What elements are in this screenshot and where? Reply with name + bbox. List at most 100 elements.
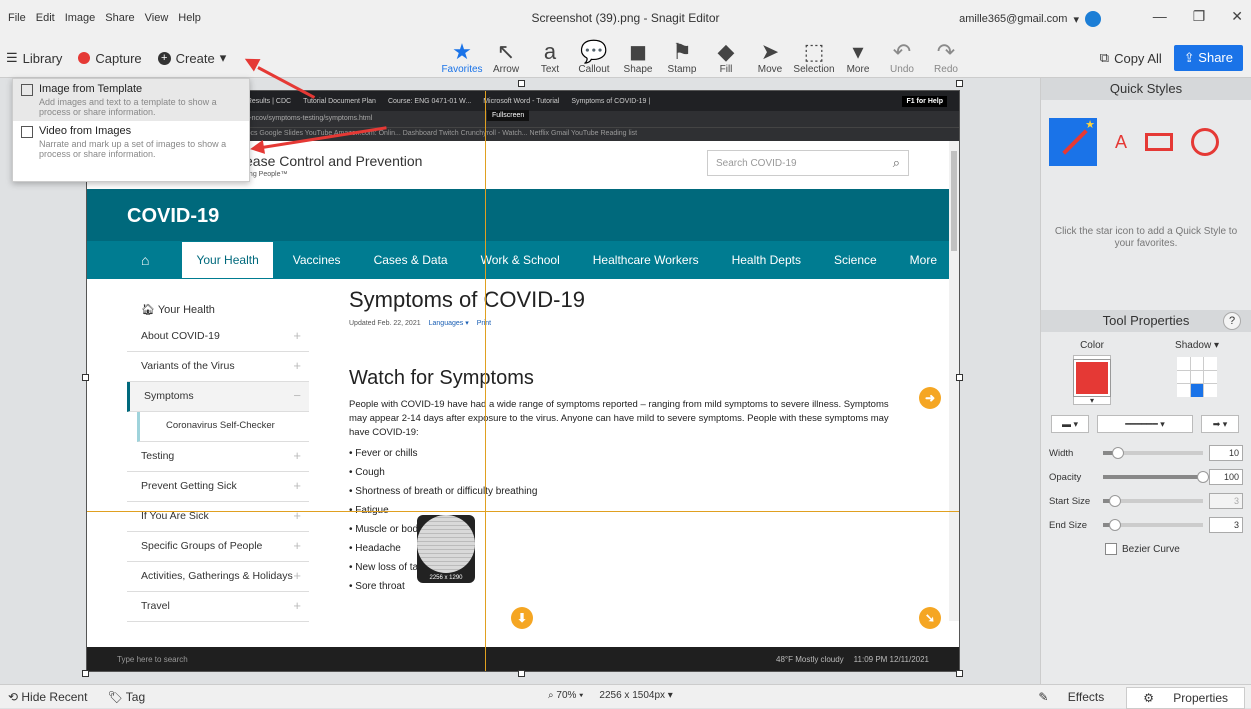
paragraph: People with COVID-19 have had a wide ran… (349, 399, 889, 438)
fullscreen-badge: Fullscreen (487, 110, 530, 121)
minimize-button[interactable]: — (1153, 8, 1167, 25)
star-icon[interactable]: ★ (1085, 118, 1095, 131)
arrow-end-dropdown[interactable]: ➡ ▾ (1201, 415, 1239, 433)
callout-tool[interactable]: 💬 Callout (572, 36, 616, 78)
list-item: Prevent Getting Sick + (127, 472, 309, 502)
slider-knob[interactable] (1112, 447, 1124, 459)
resize-handle[interactable] (518, 80, 525, 87)
move-label: Move (757, 64, 783, 75)
copy-all-button[interactable]: ⧉ Copy All (1100, 50, 1162, 66)
slider-value[interactable]: 10 (1209, 445, 1243, 461)
quick-style-arrow[interactable]: ★ (1049, 118, 1097, 166)
menu-share[interactable]: Share (105, 12, 134, 24)
list-item: • Sore throat (349, 581, 405, 592)
menu-help[interactable]: Help (178, 12, 201, 24)
quick-style-text[interactable]: A (1115, 132, 1127, 153)
arrow-down-right-icon[interactable]: ➘ (919, 607, 941, 629)
stamp-tool[interactable]: ⚑ Stamp (660, 36, 704, 78)
resize-handle[interactable] (518, 670, 525, 677)
resize-handle[interactable] (956, 374, 963, 381)
move-tool[interactable]: ➤ Move (748, 36, 792, 78)
hide-recent-button[interactable]: ⟲ Hide Recent (8, 690, 87, 704)
slider-knob[interactable] (1109, 495, 1121, 507)
tag-icon: 🏷︎ (107, 690, 126, 704)
quick-style-rectangle[interactable] (1145, 133, 1174, 151)
create-button[interactable]: + Create ▾ (157, 50, 227, 66)
favorites-tool[interactable]: ★ Favorites (440, 36, 484, 78)
shape-icon: ◼ (628, 39, 648, 64)
resize-handle[interactable] (82, 670, 89, 677)
menu-image[interactable]: Image (65, 12, 96, 24)
cdc-banner: COVID-19 (87, 189, 959, 241)
updated-date: Updated Feb. 22, 2021 Languages ▾ Print (349, 320, 492, 327)
slider-track[interactable] (1103, 519, 1203, 531)
video-from-images-item[interactable]: Video from Images Narrate and mark up a … (13, 121, 249, 163)
user-account[interactable]: amille365@gmail.com ▾ (959, 11, 1101, 27)
effects-tab[interactable]: ✎ Effects (1022, 687, 1120, 709)
slider-track[interactable] (1103, 471, 1209, 483)
callout-icon: 💬 (580, 39, 608, 64)
slider-value[interactable]: 100 (1209, 469, 1243, 485)
section-heading: Watch for Symptoms (349, 367, 534, 389)
annotation-arrow-head (248, 139, 266, 157)
slider-knob[interactable] (1109, 519, 1121, 531)
windows-taskbar: Type here to search 48°F Mostly cloudy 1… (87, 647, 959, 671)
arrow-tool[interactable]: ↖ Arrow (484, 36, 528, 78)
maximize-button[interactable]: ❐ (1193, 8, 1206, 25)
search-icon: ⌕ (892, 155, 900, 170)
slider-label: End Size (1049, 519, 1088, 531)
library-button[interactable]: ☰ Library (6, 50, 62, 66)
shadow-label: Shadow ▾ (1175, 340, 1219, 351)
toolbar: ☰ Library Capture + Create ▾ ★ Favorites ↖ Arr… (0, 36, 1251, 78)
resize-handle[interactable] (956, 80, 963, 87)
create-menu: Image from Template Add images and text … (12, 78, 250, 182)
page-scrollbar (949, 141, 959, 621)
shape-label: Shape (623, 64, 653, 75)
menu-view[interactable]: View (145, 12, 169, 24)
text-tool[interactable]: a Text (528, 36, 572, 78)
chevron-down-icon: ▾ (219, 50, 227, 65)
slider-label: Start Size (1049, 495, 1091, 507)
slider-value[interactable]: 3 (1209, 517, 1243, 533)
selection-tool[interactable]: ⬚ Selection (792, 36, 836, 78)
more-tool[interactable]: ▾ More (836, 36, 880, 78)
image-size-dropdown[interactable]: 2256 x 1504px ▾ (599, 690, 672, 701)
line-cap-dropdown[interactable]: ▬ ▾ (1051, 415, 1089, 433)
shape-tool[interactable]: ◼ Shape (616, 36, 660, 78)
share-button[interactable]: ⇪ Share (1173, 45, 1243, 71)
menu-edit[interactable]: Edit (36, 12, 55, 24)
line-style-dropdown[interactable]: ━━━━━━ ▾ (1097, 415, 1193, 433)
fill-tool[interactable]: ◆ Fill (704, 36, 748, 78)
resize-handle[interactable] (82, 374, 89, 381)
shadow-grid[interactable] (1177, 357, 1218, 397)
close-button[interactable]: ✕ (1231, 8, 1243, 25)
undo-tool[interactable]: ↶ Undo (880, 36, 924, 78)
redo-tool[interactable]: ↷ Redo (924, 36, 968, 78)
arrow-label: Arrow (492, 64, 520, 75)
slider-value[interactable]: 3 (1209, 493, 1243, 509)
help-icon[interactable]: ? (1223, 312, 1241, 330)
quick-style-ellipse[interactable] (1191, 128, 1220, 156)
capture-button[interactable]: Capture (78, 51, 142, 66)
status-bar: ⟲ Hide Recent 🏷︎ Tag ⌕ 70% ▾ 2256 x 1504… (0, 684, 1251, 709)
color-picker[interactable]: ▾ (1073, 355, 1112, 405)
arrow-down-icon[interactable]: ⬇ (511, 607, 533, 629)
resize-handle[interactable] (956, 670, 963, 677)
tag-button[interactable]: 🏷︎ Tag (107, 690, 145, 704)
image-from-template-item[interactable]: Image from Template Add images and text … (13, 79, 249, 121)
slider-track[interactable] (1103, 447, 1203, 459)
home-icon: ⌂ (141, 252, 150, 268)
f1-help-badge: F1 for Help (902, 96, 947, 107)
menu-file[interactable]: File (8, 12, 26, 24)
properties-tab[interactable]: ⚙ Properties (1126, 687, 1245, 709)
slider-knob[interactable] (1197, 471, 1209, 483)
cdc-nav: ⌂ Your Health Vaccines Cases & Data Work… (87, 241, 959, 279)
zoom-dropdown[interactable]: ⌕ 70% ▾ (548, 690, 583, 701)
arrow-right-icon[interactable]: ➜ (919, 387, 941, 409)
effects-icon: ✎ (1038, 690, 1052, 704)
bezier-checkbox[interactable]: Bezier Curve (1041, 537, 1251, 555)
undo-icon: ↶ (892, 39, 912, 64)
slider-track[interactable] (1103, 495, 1203, 507)
copy-icon: ⧉ (1099, 50, 1110, 65)
info-icon[interactable] (1085, 11, 1101, 27)
